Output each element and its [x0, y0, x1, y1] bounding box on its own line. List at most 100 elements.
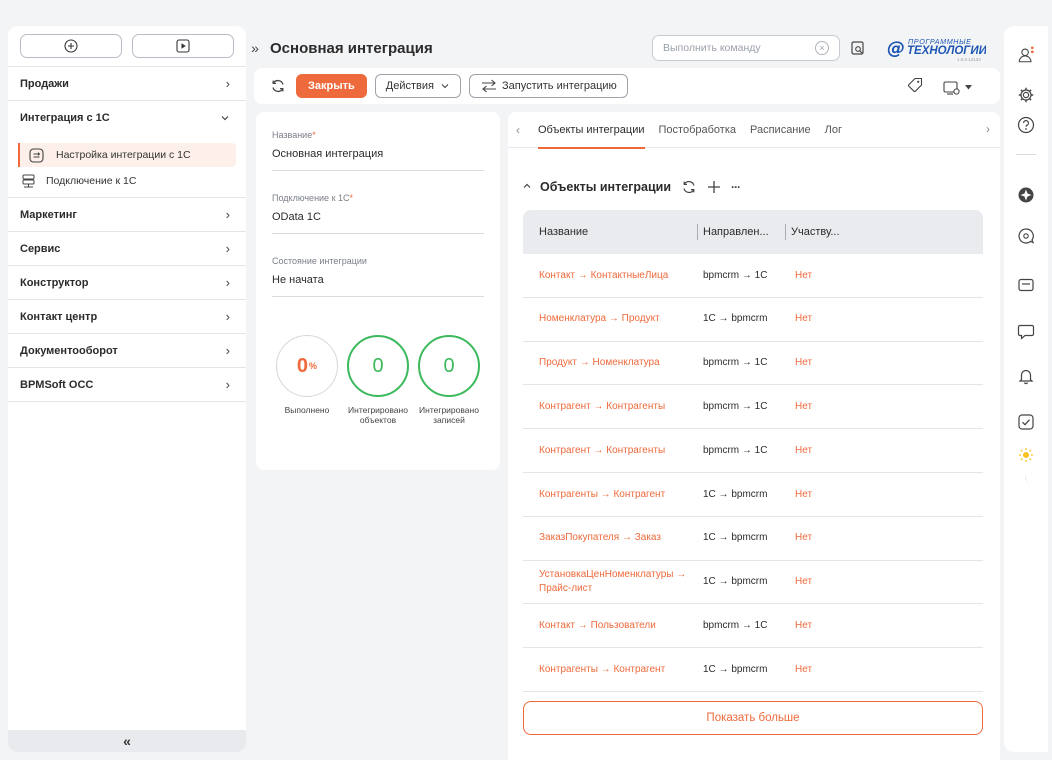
gear-icon[interactable]	[1017, 86, 1035, 104]
help-icon[interactable]	[1017, 116, 1035, 134]
sidebar-subitem-integration-settings[interactable]: Настройка интеграции с 1С	[18, 143, 236, 167]
task-checkbox-icon[interactable]	[1017, 413, 1035, 431]
object-name-link[interactable]: Контрагенты → Контрагент	[523, 488, 697, 502]
tab-scroll-left-icon[interactable]: ‹	[516, 123, 530, 137]
object-name-link[interactable]: Контрагенты → Контрагент	[523, 663, 697, 677]
message-icon[interactable]	[1017, 322, 1035, 340]
company-logo: @ ПРОГРАММНЫЕ ТЕХНОЛОГИИ 1.6.0.14133	[886, 34, 988, 64]
sidebar-item-sales[interactable]: Продажи ›	[8, 67, 246, 101]
run-process-button[interactable]	[132, 34, 234, 58]
done-label: Выполнено	[284, 405, 330, 415]
table-row[interactable]: Контакт → КонтактныеЛица bpmcrm → 1C Нет	[523, 254, 983, 298]
add-icon[interactable]	[707, 180, 721, 194]
action-toolbar: Закрыть Действия Запустить интеграцию	[254, 68, 1000, 104]
moon-icon[interactable]	[1017, 470, 1035, 488]
actions-button[interactable]: Действия	[374, 74, 461, 98]
tab-schedule[interactable]: Расписание	[750, 112, 811, 148]
more-options-icon[interactable]: ···	[731, 180, 741, 194]
column-header-direction[interactable]: Направлен...	[697, 210, 785, 254]
close-button-label: Закрыть	[308, 80, 355, 92]
table-row[interactable]: Номенклатура → Продукт 1C → bpmcrm Нет	[523, 298, 983, 342]
tab-postprocessing[interactable]: Постобработка	[659, 112, 736, 148]
sidebar-collapse-button[interactable]: «	[8, 730, 246, 752]
refresh-icon[interactable]	[270, 78, 286, 94]
clear-icon[interactable]: ×	[815, 41, 829, 55]
page-header: » Основная интеграция Выполнить команду …	[246, 32, 992, 64]
sidebar-toolbar	[8, 26, 246, 66]
show-more-button[interactable]: Показать больше	[523, 701, 983, 735]
integration-form: Название* Основная интеграция Подключени…	[256, 112, 500, 470]
user-profile-icon[interactable]	[1017, 46, 1035, 64]
search-page-icon[interactable]	[850, 40, 866, 61]
sidebar-subitem-connection-1c[interactable]: Подключение к 1С	[8, 169, 246, 193]
sidebar-item-document-flow[interactable]: Документооборот ›	[8, 334, 246, 368]
stat-records: 0 Интегрировано записей	[414, 335, 484, 425]
sidebar-item-label: Конструктор	[20, 276, 89, 289]
chat-bubble-icon[interactable]	[1017, 227, 1035, 245]
chevron-down-icon	[220, 111, 230, 126]
ai-assistant-icon[interactable]	[1017, 186, 1035, 204]
expand-sidebar-icon[interactable]: »	[246, 40, 264, 56]
add-button[interactable]	[20, 34, 122, 58]
table-row[interactable]: Контрагент → Контрагенты bpmcrm → 1C Нет	[523, 429, 983, 473]
column-header-participates[interactable]: Участву...	[785, 210, 865, 254]
name-label-text: Название	[272, 130, 313, 140]
sun-icon[interactable]	[1017, 446, 1035, 464]
object-name-link[interactable]: Контакт → Пользователи	[523, 619, 697, 633]
mail-icon[interactable]	[1017, 276, 1035, 294]
records-label: Интегрировано записей	[419, 405, 479, 426]
view-settings-icon[interactable]	[943, 80, 972, 96]
table-row[interactable]: Контрагент → Контрагенты bpmcrm → 1C Нет	[523, 385, 983, 430]
sidebar-item-constructor[interactable]: Конструктор ›	[8, 266, 246, 300]
object-name-link[interactable]: Номенклатура → Продукт	[523, 312, 697, 326]
chevron-down-icon	[440, 81, 450, 91]
show-more-label: Показать больше	[706, 712, 800, 724]
table-row[interactable]: Продукт → Номенклатура bpmcrm → 1C Нет	[523, 342, 983, 386]
column-header-name[interactable]: Название	[523, 210, 697, 254]
object-name-link[interactable]: УстановкаЦенНоменклатуры → Прайс-лист	[523, 568, 697, 595]
tab-integration-objects[interactable]: Объекты интеграции	[538, 112, 645, 149]
tab-scroll-right-icon[interactable]: ›	[986, 122, 990, 136]
sidebar-item-service[interactable]: Сервис ›	[8, 232, 246, 266]
chevron-right-icon: ›	[225, 241, 230, 256]
run-integration-button[interactable]: Запустить интеграцию	[468, 74, 628, 98]
table-row[interactable]: Контрагенты → Контрагент 1C → bpmcrm Нет	[523, 473, 983, 517]
objects-value: 0	[372, 354, 384, 377]
table-row[interactable]: Контрагенты → Контрагент 1C → bpmcrm Нет	[523, 648, 983, 692]
command-input[interactable]: Выполнить команду ×	[652, 35, 840, 61]
sidebar-item-label: Сервис	[20, 242, 61, 255]
object-name-link[interactable]: Продукт → Номенклатура	[523, 356, 697, 370]
section-header: Объекты интеграции ···	[522, 176, 741, 198]
swap-arrows-icon	[480, 79, 498, 93]
object-name-link[interactable]: Контрагент → Контрагенты	[523, 444, 697, 458]
collapse-section-icon[interactable]	[522, 181, 532, 194]
tab-log[interactable]: Лог	[825, 112, 842, 148]
name-field[interactable]: Название* Основная интеграция	[272, 130, 484, 171]
table-row[interactable]: ЗаказПокупателя → Заказ 1C → bpmcrm Нет	[523, 517, 983, 561]
object-name-link[interactable]: Контакт → КонтактныеЛица	[523, 269, 697, 283]
close-button[interactable]: Закрыть	[296, 74, 367, 98]
connection-field-value[interactable]: OData 1C	[272, 211, 484, 234]
sidebar-item-marketing[interactable]: Маркетинг ›	[8, 198, 246, 232]
participates-cell: Нет	[795, 576, 813, 588]
refresh-icon[interactable]	[681, 179, 697, 195]
tag-icon[interactable]	[907, 77, 923, 98]
tab-label: Расписание	[750, 123, 811, 136]
table-row[interactable]: УстановкаЦенНоменклатуры → Прайс-лист 1C …	[523, 561, 983, 605]
table-row[interactable]: Контакт → Пользователи bpmcrm → 1C Нет	[523, 604, 983, 649]
actions-button-label: Действия	[385, 80, 434, 92]
bell-icon[interactable]	[1017, 367, 1035, 385]
object-name-link[interactable]: ЗаказПокупателя → Заказ	[523, 531, 697, 545]
sidebar-item-integration-1c[interactable]: Интеграция с 1С	[8, 101, 246, 135]
participates-cell: Нет	[795, 663, 813, 675]
svg-text:@: @	[887, 38, 905, 59]
sidebar-item-bpmsoft-occ[interactable]: BPMSoft OCC ›	[8, 368, 246, 402]
object-name-link[interactable]: Контрагент → Контрагенты	[523, 400, 697, 414]
stat-objects: 0 Интегрировано объектов	[343, 335, 413, 425]
connection-field[interactable]: Подключение к 1С* OData 1C	[272, 193, 484, 234]
required-mark: *	[349, 193, 354, 203]
sidebar-item-contact-center[interactable]: Контакт центр ›	[8, 300, 246, 334]
name-field-value[interactable]: Основная интеграция	[272, 148, 484, 171]
chevron-right-icon: ›	[225, 377, 230, 392]
right-rail	[1004, 26, 1048, 752]
